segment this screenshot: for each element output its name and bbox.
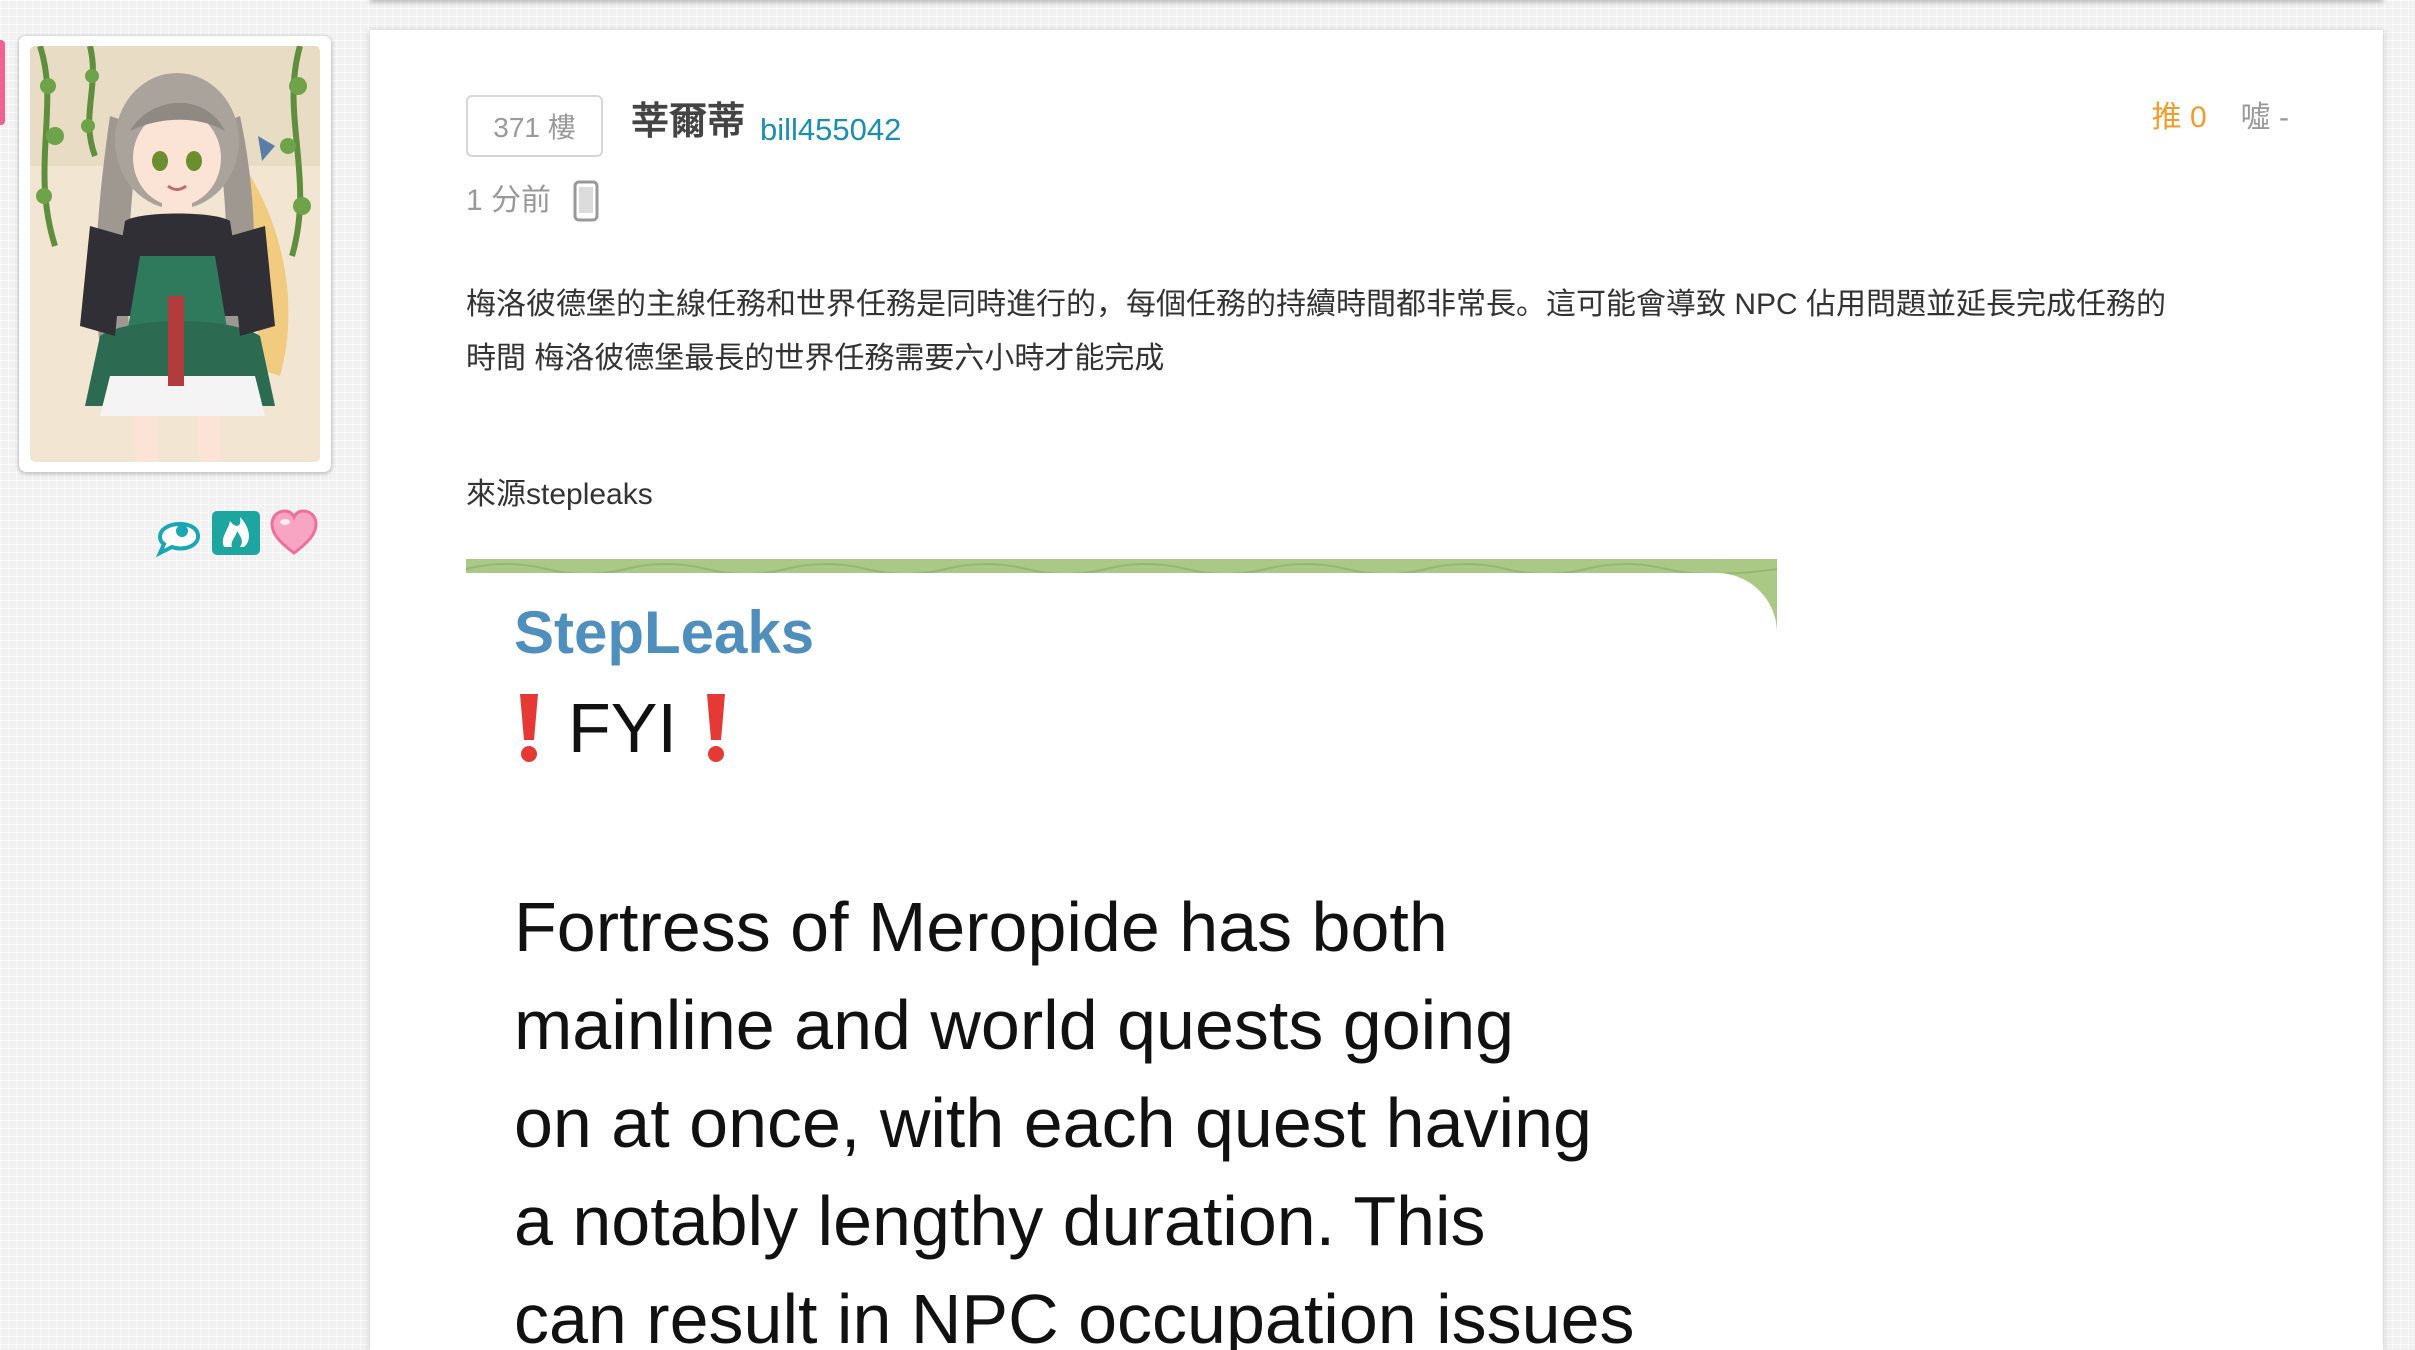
message-bubble: StepLeaks FYI Fortress of Meropide has b… [466,573,1777,1350]
sidebar-pink-tab [0,40,5,125]
user-badges [152,505,320,561]
message-line: can result in NPC occupation issues [514,1280,1635,1350]
message-line: Fortress of Meropide has both [514,888,1448,966]
author-id-link[interactable]: bill455042 [760,110,901,150]
channel-name: StepLeaks [514,599,815,666]
fyi-text: FYI [568,689,677,767]
source-text: 來源stepleaks [466,478,653,511]
push-button[interactable]: 推 0 [2152,98,2207,138]
fyi-heading: FYI [514,683,731,773]
content-line: 時間 梅洛彼德堡最長的世界任務需要六小時才能完成 [466,342,1165,375]
author-name[interactable]: 莘爾蒂 [631,98,745,146]
message-line: a notably lengthy duration. This [514,1182,1486,1260]
exclamation-icon [520,694,538,762]
boo-button[interactable]: 噓 - [2241,98,2289,138]
message-line: mainline and world quests going [514,986,1515,1064]
fire-badge-icon[interactable] [210,507,262,559]
message-line: on at once, with each quest having [514,1084,1592,1162]
exclamation-icon [706,694,725,762]
author-avatar[interactable] [19,36,331,472]
post-content: 梅洛彼德堡的主線任務和世界任務是同時進行的，每個任務的持續時間都非常長。這可能會… [466,278,2256,386]
avatar-image [30,46,320,462]
attached-screenshot[interactable]: StepLeaks FYI Fortress of Meropide has b… [466,559,1777,1350]
post-time: 1 分前 [466,184,552,217]
vote-bar: 推 0 噓 - [2152,98,2289,138]
content-line: 梅洛彼德堡的主線任務和世界任務是同時進行的，每個任務的持續時間都非常長。這可能會… [466,288,2167,321]
post-card: 371 樓 莘爾蒂 bill455042 1 分前 推 0 噓 - 梅洛彼德堡的… [370,30,2383,1350]
post-meta: 1 分前 [466,180,599,222]
floor-number[interactable]: 371 樓 [466,95,603,157]
heart-icon[interactable] [268,507,320,559]
phone-icon [573,180,599,222]
chat-bubble-icon[interactable] [152,507,204,559]
message-body: Fortress of Meropide has both mainline a… [514,878,1754,1350]
